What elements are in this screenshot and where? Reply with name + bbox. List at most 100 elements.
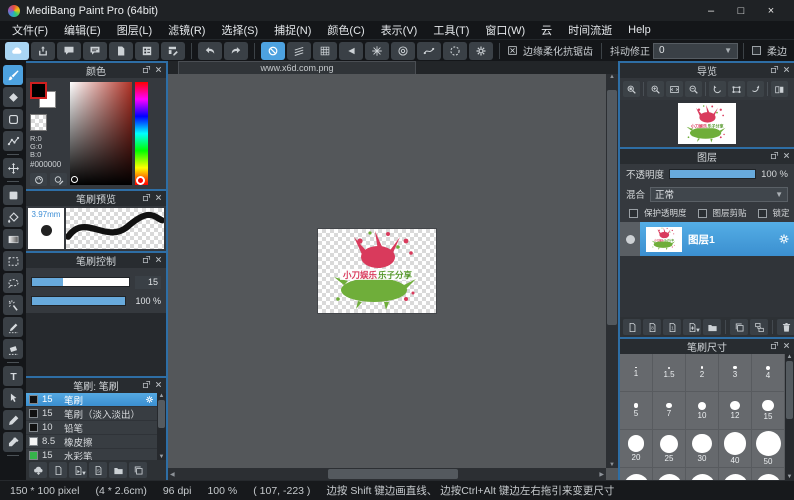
operation-tool[interactable]	[3, 388, 23, 408]
clipping-option[interactable]: 图层剪贴	[695, 207, 747, 219]
brush-size-20[interactable]: 20	[620, 430, 653, 468]
select-eraser-tool[interactable]	[3, 339, 23, 359]
duplicate-layer-button[interactable]	[730, 319, 748, 335]
toolbar-cloud-button[interactable]	[5, 42, 29, 60]
add-script-brush-button[interactable]: S	[89, 462, 107, 478]
menu-item-3[interactable]: 滤镜(R)	[160, 22, 213, 38]
popout-icon[interactable]	[142, 193, 151, 202]
maximize-button[interactable]: □	[726, 0, 756, 21]
palette-icon[interactable]	[30, 173, 47, 186]
brush-size-5[interactable]: 5	[620, 392, 653, 430]
toolbar-redo-button[interactable]	[224, 42, 248, 60]
canvas-image[interactable]	[318, 229, 436, 313]
menu-item-6[interactable]: 颜色(C)	[319, 22, 372, 38]
lasso-tool[interactable]	[3, 273, 23, 293]
menu-item-9[interactable]: 窗口(W)	[477, 22, 533, 38]
toolbar-comment-button[interactable]	[57, 42, 81, 60]
merge-layer-button[interactable]	[750, 319, 768, 335]
transparent-color-swatch[interactable]	[30, 114, 47, 131]
scroll-down-icon[interactable]: ▼	[609, 462, 615, 468]
toolbar-snap-concentric-button[interactable]	[391, 42, 415, 60]
rotate-right-button[interactable]	[747, 81, 764, 97]
canvas-tab[interactable]: www.x6d.com.png	[178, 61, 416, 74]
close-icon[interactable]	[782, 65, 791, 74]
layer-opacity-slider[interactable]	[669, 169, 756, 179]
scrollbar-thumb[interactable]	[607, 90, 617, 325]
add-cloud-brush-button[interactable]	[29, 462, 47, 478]
add-layer-menu-button[interactable]: ▼	[683, 319, 701, 335]
brush-size-large[interactable]	[752, 468, 785, 480]
palette-edit-icon[interactable]	[50, 173, 67, 186]
brush-size-15[interactable]: 15	[752, 392, 785, 430]
add-brush-button[interactable]	[49, 462, 67, 478]
divide-tool[interactable]	[3, 410, 23, 430]
eraser-tool[interactable]	[3, 87, 23, 107]
close-icon[interactable]	[154, 193, 163, 202]
toolbar-edit-table-button[interactable]	[161, 42, 185, 60]
color-swatches[interactable]	[30, 82, 58, 110]
close-button[interactable]: ×	[756, 0, 786, 21]
close-icon[interactable]	[154, 65, 163, 74]
toolbar-snap-grid-button[interactable]	[313, 42, 337, 60]
reset-view-button[interactable]	[728, 81, 745, 97]
scrollbar-thumb[interactable]	[158, 400, 165, 428]
brush-item-0[interactable]: 15笔刷	[26, 393, 157, 407]
toolbar-snap-settings-button[interactable]	[469, 42, 493, 60]
menu-item-0[interactable]: 文件(F)	[4, 22, 56, 38]
toolbar-export-button[interactable]	[31, 42, 55, 60]
layer-settings-icon[interactable]	[778, 233, 790, 245]
toolbar-snap-curve-button[interactable]	[417, 42, 441, 60]
clipping-checkbox[interactable]	[698, 209, 707, 218]
select-pen-tool[interactable]	[3, 317, 23, 337]
brush-folder-button[interactable]	[109, 462, 127, 478]
fill-shape-tool[interactable]	[3, 185, 23, 205]
hue-bar[interactable]	[135, 82, 148, 185]
popout-icon[interactable]	[770, 65, 779, 74]
scrollbar-thumb[interactable]	[786, 361, 793, 419]
add-layer-button[interactable]	[623, 319, 641, 335]
brush-size-1.5[interactable]: 1.5	[653, 354, 686, 392]
menu-item-11[interactable]: 时间流逝	[560, 22, 620, 38]
popout-icon[interactable]	[142, 380, 151, 389]
brush-size-3[interactable]: 3	[719, 354, 752, 392]
toolbar-snap-radial-button[interactable]	[365, 42, 389, 60]
menu-item-10[interactable]: 云	[533, 22, 560, 38]
brush-list-scrollbar[interactable]: ▲ ▼	[157, 393, 166, 460]
brush-size-40[interactable]: 40	[719, 430, 752, 468]
canvas-horizontal-scrollbar[interactable]: ◀ ▶	[168, 468, 606, 480]
sv-picker-marker[interactable]	[71, 176, 78, 183]
toolbar-document-button[interactable]	[109, 42, 133, 60]
toolbar-snap-parallel-button[interactable]	[287, 42, 311, 60]
close-icon[interactable]	[782, 341, 791, 350]
toolbar-snap-off-button[interactable]	[261, 42, 285, 60]
zoom-in-button[interactable]	[647, 81, 664, 97]
rotate-left-button[interactable]	[709, 81, 726, 97]
polyline-tool[interactable]	[3, 131, 23, 151]
scroll-up-icon[interactable]: ▲	[787, 354, 793, 360]
canvas-vertical-scrollbar[interactable]: ▲ ▼	[606, 74, 618, 468]
popout-icon[interactable]	[770, 151, 779, 160]
scroll-left-icon[interactable]: ◀	[170, 471, 175, 478]
bucket-tool[interactable]	[3, 207, 23, 227]
close-icon[interactable]	[782, 151, 791, 160]
brush-size-7[interactable]: 7	[653, 392, 686, 430]
menu-item-5[interactable]: 捕捉(N)	[266, 22, 319, 38]
fit-to-window-button[interactable]	[666, 81, 683, 97]
protect-alpha-checkbox[interactable]	[629, 209, 638, 218]
toolbar-snap-ellipse-button[interactable]	[443, 42, 467, 60]
toolbar-undo-button[interactable]	[198, 42, 222, 60]
menu-item-1[interactable]: 编辑(E)	[56, 22, 109, 38]
layer-item-selected[interactable]: 图层1	[620, 222, 794, 256]
scroll-right-icon[interactable]: ▶	[599, 471, 604, 478]
menu-item-12[interactable]: Help	[620, 24, 659, 36]
brush-tool[interactable]	[3, 65, 23, 85]
gradient-tool[interactable]	[3, 229, 23, 249]
scroll-up-icon[interactable]: ▲	[609, 74, 615, 80]
brush-settings-icon[interactable]	[145, 395, 154, 404]
foreground-color-swatch[interactable]	[30, 82, 47, 99]
menu-item-7[interactable]: 表示(V)	[373, 22, 426, 38]
brush-item-4[interactable]: 15水彩笔	[26, 449, 157, 460]
navigator-preview-area[interactable]	[620, 100, 794, 147]
layer-visibility-toggle[interactable]	[620, 222, 640, 256]
add-8bit-layer-button[interactable]: 8	[643, 319, 661, 335]
